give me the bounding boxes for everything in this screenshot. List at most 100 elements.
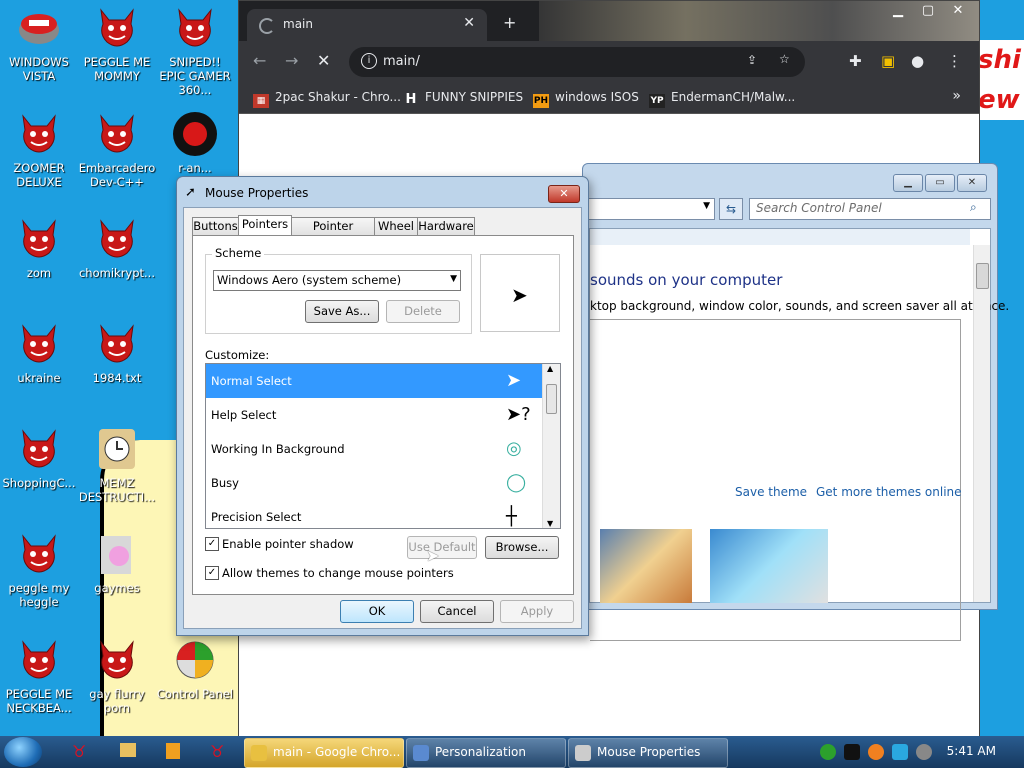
pointer-list-item[interactable]: Normal Select ➤	[206, 364, 542, 398]
bookmark-windows-isos[interactable]: PH windows ISOS	[533, 90, 639, 108]
browse-button[interactable]: Browse...	[485, 536, 559, 559]
stop-icon[interactable]: ✕	[317, 51, 330, 70]
desktop-icon[interactable]: gay flurry porn	[78, 636, 156, 715]
quicklaunch-devil-icon[interactable]: ♉	[72, 742, 86, 761]
scroll-down-icon[interactable]: ▼	[547, 519, 553, 528]
devil-icon	[15, 110, 63, 158]
pointer-name: Working In Background	[211, 442, 345, 456]
desktop-icon[interactable]: peggle my heggle	[0, 530, 78, 609]
ok-button[interactable]: OK	[340, 600, 414, 623]
pointer-list-item[interactable]: Busy ◯	[206, 466, 542, 500]
search-icon[interactable]: ⌕	[970, 200, 977, 215]
theme-thumbnail[interactable]	[600, 529, 692, 603]
desktop-icon[interactable]: PEGGLE ME NECKBEA...	[0, 636, 78, 715]
quicklaunch-media-icon[interactable]	[166, 743, 180, 759]
bookmark-2pac[interactable]: ▦ 2pac Shakur - Chro...	[253, 90, 401, 108]
cancel-button[interactable]: Cancel	[420, 600, 494, 623]
desktop-icon-label: chomikrypt...	[78, 266, 155, 280]
forward-icon[interactable]: →	[285, 51, 298, 70]
pointer-list-item[interactable]: Precision Select ┼	[206, 500, 542, 528]
personalization-icon	[413, 745, 429, 761]
pointer-list[interactable]: Normal Select ➤ Help Select ➤? Working In Ba…	[205, 363, 561, 529]
minimize-icon[interactable]: ▁	[883, 3, 913, 18]
tab-pointers[interactable]: Pointers	[238, 215, 292, 237]
tray-network-icon[interactable]	[892, 744, 908, 760]
pointer-list-item[interactable]: Help Select ➤?	[206, 398, 542, 432]
desktop-icon[interactable]: ukraine	[0, 320, 78, 385]
loading-icon	[259, 18, 275, 34]
quicklaunch-devil-icon[interactable]: ♉	[210, 742, 224, 761]
start-button[interactable]	[4, 737, 42, 767]
url-text: main/	[383, 54, 420, 69]
search-control-panel-input[interactable]: Search Control Panel ⌕	[749, 198, 991, 220]
address-dropdown[interactable]: ▼	[583, 198, 715, 220]
chrome-tab[interactable]: main ✕	[247, 9, 487, 41]
back-icon[interactable]: ←	[253, 51, 266, 70]
new-tab-icon[interactable]: +	[503, 13, 516, 32]
tab-hardware[interactable]: Hardware	[417, 217, 475, 237]
bookmark-endermanch[interactable]: YP EndermanCH/Malw...	[649, 90, 795, 108]
extensions-icon[interactable]: ✚	[849, 52, 862, 70]
close-button[interactable]: ✕	[548, 185, 580, 203]
allow-themes-checkbox[interactable]: ✓	[205, 566, 219, 580]
get-more-themes-link[interactable]: Get more themes online	[816, 485, 962, 499]
more-bookmarks-icon[interactable]: »	[952, 88, 961, 104]
tray-tool-icon[interactable]	[844, 744, 860, 760]
search-placeholder: Search Control Panel	[756, 201, 882, 215]
scrollbar[interactable]	[973, 245, 990, 602]
quicklaunch-folder-icon[interactable]	[120, 743, 136, 757]
desktop-icon[interactable]: 1984.txt	[78, 320, 156, 385]
close-button[interactable]: ✕	[957, 174, 987, 192]
theme-thumbnail[interactable]	[710, 529, 828, 603]
tray-search-icon[interactable]	[868, 744, 884, 760]
minimize-button[interactable]: ▁	[893, 174, 923, 192]
taskbar-item[interactable]: Mouse Properties	[568, 738, 728, 768]
desktop-icon[interactable]: ZOOMER DELUXE	[0, 110, 78, 189]
scrollbar-thumb[interactable]	[546, 384, 557, 414]
tab-buttons[interactable]: Buttons	[192, 217, 239, 237]
info-icon[interactable]: i	[361, 53, 377, 69]
tray-k-icon[interactable]	[820, 744, 836, 760]
taskbar-item[interactable]: main - Google Chro...	[244, 738, 404, 768]
tray-volume-icon[interactable]	[916, 744, 932, 760]
bookmark-funny-snippies[interactable]: H FUNNY SNIPPIES	[403, 90, 524, 107]
scroll-up-icon[interactable]: ▲	[547, 364, 553, 373]
pointer-list-item[interactable]: Working In Background ◎	[206, 432, 542, 466]
star-icon[interactable]: ☆	[779, 52, 790, 66]
taskbar-item[interactable]: Personalization	[406, 738, 566, 768]
share-icon[interactable]: ⇪	[747, 53, 757, 67]
pointers-panel: Scheme Windows Aero (system scheme) ▼ Sa…	[192, 235, 574, 595]
desktop-icon[interactable]: Control Panel	[156, 636, 234, 701]
sidepanel-icon[interactable]: ▣	[881, 52, 895, 70]
mouse-properties-dialog: ➚ Mouse Properties ✕ Buttons Pointers Po…	[176, 176, 589, 636]
maximize-icon[interactable]: ▢	[913, 3, 943, 18]
desktop-icon[interactable]: ShoppingC...	[0, 425, 78, 490]
maximize-button[interactable]: ▭	[925, 174, 955, 192]
save-theme-link[interactable]: Save theme	[735, 485, 807, 499]
desktop-icon[interactable]: WINDOWS VISTA	[0, 4, 78, 83]
desktop-icon[interactable]: chomikrypt...	[78, 215, 156, 280]
menu-icon[interactable]: ⋮	[947, 52, 962, 70]
close-icon[interactable]: ✕	[943, 3, 973, 18]
tab-pointer-options[interactable]: Pointer Options	[291, 217, 375, 250]
close-tab-icon[interactable]: ✕	[463, 15, 475, 31]
desktop-icon[interactable]: PEGGLE ME MOMMY	[78, 4, 156, 83]
desktop-icon[interactable]: Embarcadero Dev-C++	[78, 110, 156, 189]
tab-wheel[interactable]: Wheel	[374, 217, 418, 237]
list-scrollbar[interactable]: ▲ ▼	[542, 364, 560, 528]
desktop-icon[interactable]: MEMZ DESTRUCTI...	[78, 425, 156, 504]
address-bar[interactable]: i main/ ⇪ ☆	[349, 47, 805, 77]
refresh-icon[interactable]: ⇆	[719, 198, 743, 220]
clock[interactable]: 5:41 AM	[947, 744, 996, 758]
bookmark-label: 2pac Shakur - Chro...	[275, 90, 401, 104]
desktop-icon[interactable]: zom	[0, 215, 78, 280]
scheme-select[interactable]: Windows Aero (system scheme) ▼	[213, 270, 461, 291]
desktop-icon[interactable]: gaymes	[78, 530, 156, 595]
desktop-icon[interactable]: r-an...	[156, 110, 234, 175]
profile-icon[interactable]: ●	[911, 52, 924, 70]
delete-button: Delete	[386, 300, 460, 323]
save-as-button[interactable]: Save As...	[305, 300, 379, 323]
desktop-icon[interactable]: SNIPED!! EPIC GAMER 360...	[156, 4, 234, 97]
enable-shadow-checkbox[interactable]: ✓	[205, 537, 219, 551]
scrollbar-thumb[interactable]	[976, 263, 989, 289]
